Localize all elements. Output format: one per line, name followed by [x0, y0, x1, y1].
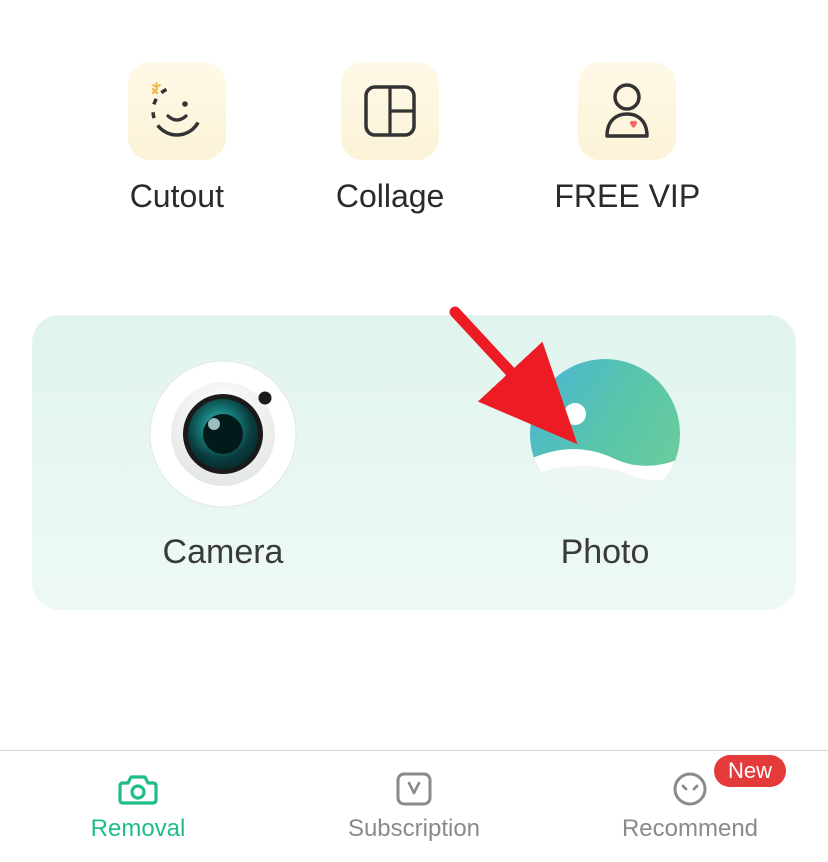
- nav-label: Recommend: [622, 815, 758, 843]
- bottom-nav: Removal Subscription New Recommend: [0, 750, 828, 862]
- nav-recommend[interactable]: New Recommend: [552, 751, 828, 862]
- nav-removal[interactable]: Removal: [0, 751, 276, 862]
- nav-label: Removal: [91, 815, 186, 843]
- photo-icon: [530, 359, 680, 509]
- new-badge: New: [714, 755, 786, 787]
- action-photo[interactable]: Photo: [414, 359, 796, 572]
- nav-subscription[interactable]: Subscription: [276, 751, 552, 862]
- feature-label: Cutout: [130, 178, 224, 215]
- camera-icon: [148, 359, 298, 509]
- subscription-nav-icon: [395, 771, 433, 807]
- vip-person-icon: [578, 62, 676, 160]
- cutout-icon: [128, 62, 226, 160]
- feature-free-vip[interactable]: FREE VIP: [554, 62, 700, 215]
- action-camera[interactable]: Camera: [32, 359, 414, 572]
- action-label: Photo: [561, 533, 650, 572]
- action-card: Camera: [32, 315, 796, 610]
- action-label: Camera: [163, 533, 284, 572]
- camera-nav-icon: [118, 771, 158, 807]
- feature-row: Cutout Collage FREE VIP: [0, 0, 828, 215]
- collage-icon: [341, 62, 439, 160]
- recommend-nav-icon: [671, 771, 709, 807]
- feature-cutout[interactable]: Cutout: [128, 62, 226, 215]
- feature-label: FREE VIP: [554, 178, 700, 215]
- feature-collage[interactable]: Collage: [336, 62, 445, 215]
- feature-label: Collage: [336, 178, 445, 215]
- nav-label: Subscription: [348, 815, 480, 843]
